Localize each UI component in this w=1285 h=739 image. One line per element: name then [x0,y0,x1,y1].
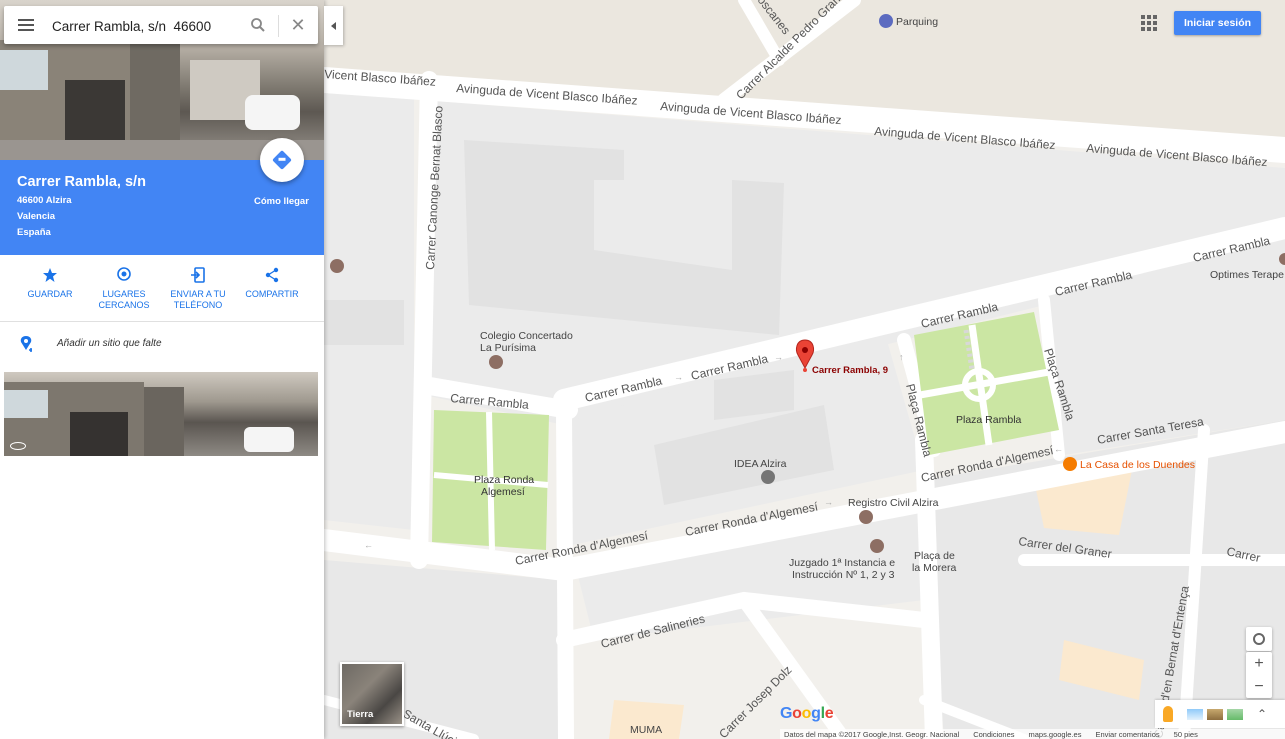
government-icon [870,539,884,553]
action-label: ENVIAR A TU TELÉFONO [170,289,226,310]
action-label: LUGARES CERCANOS [98,289,150,310]
signin-button[interactable]: Iniciar sesión [1174,11,1261,35]
svg-text:Colegio Concertado: Colegio Concertado [480,330,573,342]
send-to-phone-icon [163,265,233,285]
search-input[interactable] [50,15,234,37]
menu-icon[interactable] [18,19,34,31]
plaza-label: Plaza Rambla [956,414,1022,426]
poi-casa-duendes[interactable]: La Casa de los Duendes [1063,457,1195,471]
action-bar: GUARDAR LUGARES CERCANOS ENVIAR A TU TEL… [0,255,324,322]
zoom-out-button[interactable]: − [1246,675,1272,698]
plaza-label: Algemesí [481,486,525,498]
layer-thumbnail[interactable] [1187,708,1203,720]
address-line: 46600 Alzira [17,195,72,206]
svg-text:→: → [674,372,683,382]
search-box: ✕ [4,6,318,44]
map-data-credit: Datos del mapa ©2017 Google,Inst. Geogr.… [784,729,960,739]
send-to-phone-button[interactable]: ENVIAR A TU TELÉFONO [163,265,233,310]
nearby-pin-icon [89,265,159,285]
directions-button[interactable] [260,138,304,182]
directions-label[interactable]: Cómo llegar [254,196,309,207]
layers-bar: ⌃ [1155,700,1285,728]
layer-thumbnail[interactable] [1207,708,1223,720]
poi-label: MUMA [630,724,662,736]
svg-text:Registro Civil Alzira: Registro Civil Alzira [848,497,939,509]
svg-text:Juzgado 1ª Instancia e: Juzgado 1ª Instancia e [789,557,895,569]
svg-text:Instrucción Nº 1, 2 y 3: Instrucción Nº 1, 2 y 3 [792,569,895,581]
svg-text:Parquing: Parquing [896,16,938,28]
domain-link[interactable]: maps.google.es [1029,730,1082,739]
divider [278,15,279,37]
map-footer: Datos del mapa ©2017 Google,Inst. Geogr.… [780,729,1285,739]
street-label: Carrer Josep Dolz [716,663,794,739]
pegman-icon[interactable] [1163,706,1173,722]
directions-icon [272,150,292,170]
add-place-label: Añadir un sitio que falte [57,338,162,349]
360-icon [10,442,26,450]
school-icon [330,259,344,273]
maps-app: → → → ← ← ↑ Vicent Blasco Ibáñez Avinguda de… [0,0,1285,739]
parking-icon [879,14,893,28]
chevron-left-icon [331,21,336,30]
place-photo[interactable] [4,372,318,456]
star-icon [15,265,85,285]
poi-label: Plaça de [914,550,955,562]
plaza-label: Plaza Ronda [474,474,534,486]
collapse-panel-button[interactable] [324,6,343,45]
address-line: España [17,227,51,238]
my-location-button[interactable] [1246,627,1272,651]
svg-text:←: ← [1054,444,1063,454]
save-button[interactable]: GUARDAR [15,265,85,300]
marker-label: Carrer Rambla, 9 [812,365,888,376]
poi-label: Optimes Terape [1210,269,1284,281]
svg-text:↑: ↑ [899,352,904,362]
svg-text:←: ← [364,540,373,550]
scale-label: 50 pies [1173,729,1198,739]
share-icon [237,265,307,285]
zoom-in-button[interactable]: + [1246,652,1272,675]
place-header: Carrer Rambla, s/n 46600 Alzira Valencia… [0,138,324,255]
svg-text:→: → [824,497,833,507]
svg-text:La Casa de los Duendes: La Casa de los Duendes [1080,459,1195,471]
address-line: Valencia [17,211,56,222]
poi-label: la Morera [912,562,957,574]
zoom-control: + − [1246,652,1272,698]
map-svg[interactable]: →→→ ←←↑ Vicent Blasco Ibáñez Avinguda de… [324,0,1285,739]
layer-thumbnail[interactable] [1227,708,1243,720]
close-icon[interactable]: ✕ [290,16,306,34]
earth-label: Tierra [347,709,374,720]
share-button[interactable]: COMPARTIR [237,265,307,300]
place-title: Carrer Rambla, s/n [17,174,146,190]
apps-grid-icon[interactable] [1141,15,1157,31]
nearby-button[interactable]: LUGARES CERCANOS [89,265,159,310]
google-logo: Google [780,705,834,722]
school-icon [489,355,503,369]
map-canvas[interactable]: → → → ← ← ↑ Vicent Blasco Ibáñez Avinguda de… [324,0,1285,739]
add-missing-place[interactable]: Añadir un sitio que falte [0,322,324,368]
building-icon [761,470,775,484]
svg-text:→: → [774,352,783,362]
terms-link[interactable]: Condiciones [973,730,1014,739]
government-icon [859,510,873,524]
feedback-link[interactable]: Enviar comentarios [1095,730,1159,739]
expand-icon[interactable]: ⌃ [1257,707,1267,721]
svg-text:La Purísima: La Purísima [480,342,536,354]
restaurant-icon [1063,457,1077,471]
side-panel: ✕ Carrer Rambla, s/n 46600 Alzira Valenc… [0,0,324,739]
location-icon [1253,633,1265,645]
poi-parquing[interactable]: Parquing [879,14,938,28]
svg-text:IDEA Alzira: IDEA Alzira [734,458,787,470]
search-icon[interactable] [250,17,266,33]
action-label: COMPARTIR [245,289,299,299]
action-label: GUARDAR [27,289,73,299]
add-place-icon [20,336,32,352]
earth-view-toggle[interactable]: Tierra [340,662,404,726]
